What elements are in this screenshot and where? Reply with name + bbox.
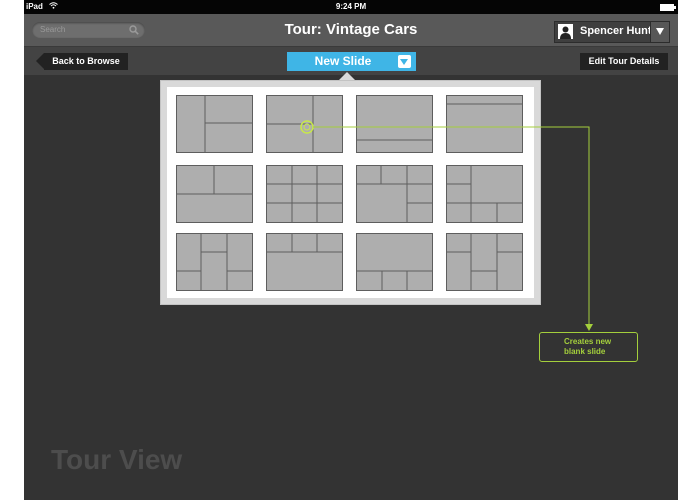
layout-option-5[interactable] xyxy=(176,165,253,223)
annotation-line-1: Creates new xyxy=(564,337,612,346)
chevron-down-icon xyxy=(398,55,411,68)
annotation-line-2: blank slide xyxy=(564,347,606,356)
new-slide-label: New Slide xyxy=(314,54,372,68)
edit-tour-details-button[interactable]: Edit Tour Details xyxy=(580,53,668,70)
layout-option-12[interactable] xyxy=(446,233,523,291)
popover-arrow xyxy=(339,72,355,80)
chevron-down-icon xyxy=(656,27,664,35)
back-to-browse-button[interactable]: Back to Browse xyxy=(36,53,128,70)
status-bar: iPad 9:24 PM xyxy=(24,0,678,14)
user-icon xyxy=(560,26,571,39)
layout-option-1[interactable] xyxy=(176,95,253,153)
user-name: Spencer Hunt xyxy=(580,25,652,37)
layout-option-10[interactable] xyxy=(266,233,343,291)
slide-layout-popover xyxy=(160,80,541,305)
user-dropdown-button[interactable] xyxy=(650,22,669,42)
new-slide-dropdown[interactable]: New Slide xyxy=(287,52,416,71)
layout-option-8[interactable] xyxy=(446,165,523,223)
user-menu[interactable]: Spencer Hunt xyxy=(554,21,670,43)
annotation-callout: Creates new blank slide xyxy=(539,332,638,362)
battery-icon xyxy=(660,4,676,11)
layout-option-4[interactable] xyxy=(446,95,523,153)
tour-view-watermark: Tour View xyxy=(51,444,183,475)
layout-option-7[interactable] xyxy=(356,165,433,223)
layout-grid xyxy=(167,87,534,298)
header-bar: Search Tour: Vintage Cars Spencer Hunt xyxy=(24,14,678,46)
layout-option-6[interactable] xyxy=(266,165,343,223)
layout-option-9[interactable] xyxy=(176,233,253,291)
avatar xyxy=(558,24,573,39)
layout-option-11[interactable] xyxy=(356,233,433,291)
status-time: 9:24 PM xyxy=(335,2,367,11)
annotation-text: Creates new blank slide xyxy=(564,337,611,357)
layout-option-2[interactable] xyxy=(266,95,343,153)
toolbar: Back to Browse New Slide Edit Tour Detai… xyxy=(24,46,678,75)
layout-option-3[interactable] xyxy=(356,95,433,153)
